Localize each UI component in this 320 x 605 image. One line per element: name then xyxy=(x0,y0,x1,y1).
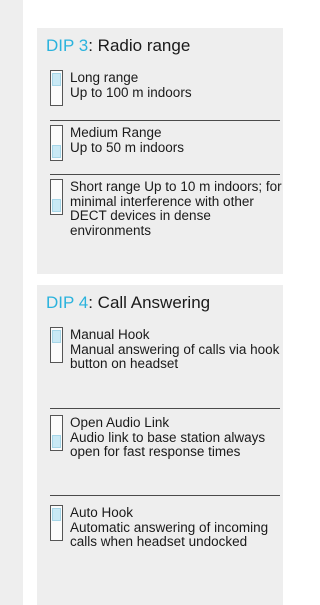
option-description: Audio link to base station always open f… xyxy=(70,429,266,459)
option-title: Medium Range xyxy=(70,125,162,140)
option-description: Automatic answering of incoming calls wh… xyxy=(70,519,269,549)
switch-knob-icon xyxy=(52,145,61,158)
divider xyxy=(50,495,280,496)
dip4-heading: DIP 4: Call Answering xyxy=(46,293,210,313)
dip4-title: Call Answering xyxy=(92,293,211,312)
switch-knob-icon xyxy=(52,435,61,448)
option-title: Short range xyxy=(70,179,141,194)
switch-knob-icon xyxy=(52,73,61,86)
switch-knob-icon xyxy=(52,330,61,343)
dip3-heading: DIP 3: Radio range xyxy=(46,36,190,56)
option-description: Up to 100 m indoors xyxy=(70,84,192,100)
dip3-label: DIP 3 xyxy=(46,36,89,55)
dip4-label: DIP 4 xyxy=(46,293,89,312)
divider xyxy=(50,174,280,175)
divider xyxy=(50,120,280,121)
dip4-panel: DIP 4: Call Answering Manual Hook Manual… xyxy=(37,285,283,605)
dip-switch-icon xyxy=(50,70,63,106)
option-title: Open Audio Link xyxy=(70,415,170,430)
option-title: Manual Hook xyxy=(70,327,150,342)
dip-switch-icon xyxy=(50,125,63,161)
dip-switch-icon xyxy=(50,327,63,363)
option-title: Auto Hook xyxy=(70,505,134,520)
dip3-panel: DIP 3: Radio range Long range Up to 100 … xyxy=(37,28,283,274)
option-description: Up to 50 m indoors xyxy=(70,139,185,155)
dip-switch-icon xyxy=(50,505,63,541)
switch-knob-icon xyxy=(52,199,61,212)
option-description: Manual answering of calls via hook butto… xyxy=(70,341,280,371)
switch-knob-icon xyxy=(52,508,61,521)
divider xyxy=(50,408,280,409)
dip3-title: Radio range xyxy=(92,36,191,55)
dip-switch-icon xyxy=(50,179,63,215)
option-title: Long range xyxy=(70,70,139,85)
dip-switch-icon xyxy=(50,415,63,451)
left-margin-strip xyxy=(0,0,23,605)
